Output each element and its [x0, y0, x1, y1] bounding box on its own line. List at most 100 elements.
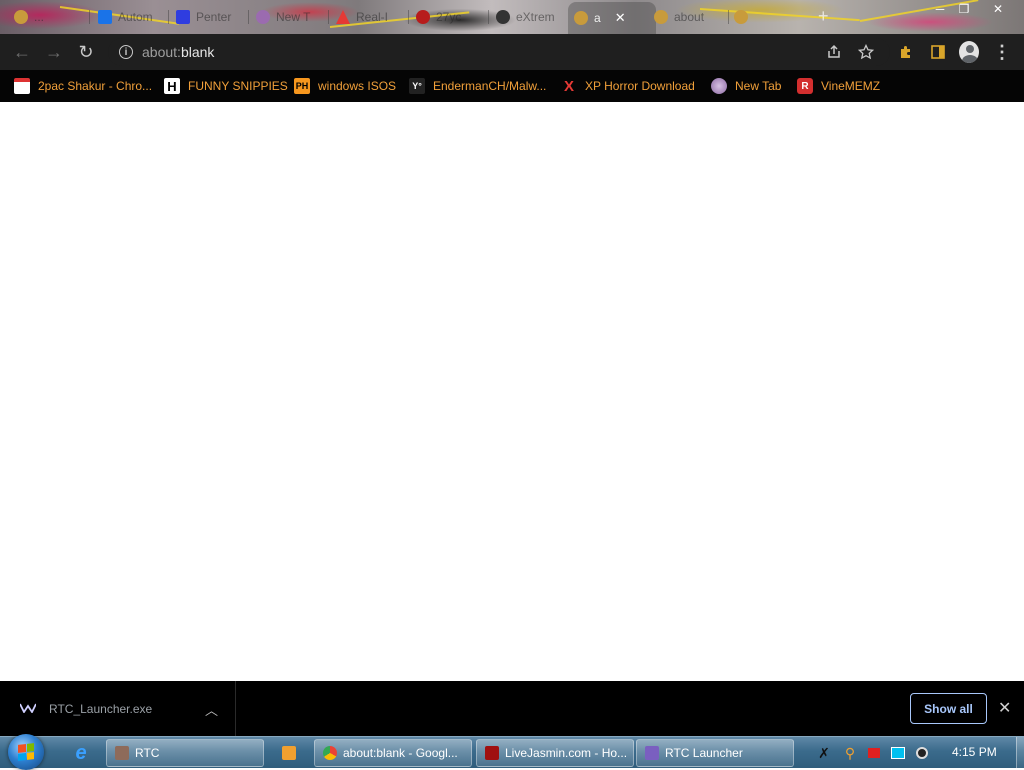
calendar-icon	[14, 78, 30, 94]
tray-search-icon[interactable]: ⚲	[842, 745, 858, 761]
tab-label: 27yc	[436, 10, 462, 24]
launcher-file-icon	[20, 703, 36, 713]
bookmark-item[interactable]: R VineMEMZ	[797, 76, 880, 96]
x-icon: X	[563, 77, 574, 95]
h-icon: H	[164, 78, 180, 94]
tab-favicon-icon	[416, 10, 430, 24]
bookmark-star-icon[interactable]	[856, 42, 876, 62]
tab-6[interactable]: 27yc	[416, 4, 486, 30]
tab-favicon-icon	[98, 10, 112, 24]
bookmark-item[interactable]: X XP Horror Download	[561, 76, 695, 96]
yp-icon: Y°	[409, 78, 425, 94]
tab-label: Penter	[196, 10, 232, 24]
tab-favicon-icon	[496, 10, 510, 24]
side-panel-icon[interactable]	[928, 42, 948, 62]
tab-1[interactable]: ...	[14, 4, 84, 30]
download-shelf: RTC_Launcher.exe ︿ Show all ✕	[0, 681, 1024, 736]
tab-favicon-icon	[14, 10, 28, 24]
extensions-puzzle-icon[interactable]	[896, 42, 916, 62]
tab-4[interactable]: New T	[256, 4, 326, 30]
taskbar-item-rtc[interactable]: RTC	[106, 739, 264, 767]
share-icon[interactable]	[824, 42, 844, 62]
taskbar-clock[interactable]: 4:15 PM	[952, 745, 997, 759]
windows-logo-icon	[18, 743, 34, 761]
tab-favicon-icon	[574, 11, 588, 25]
bookmark-label: XP Horror Download	[585, 79, 695, 93]
browser-toolbar: ← → ↻ i about:blank ⋮	[0, 34, 1024, 70]
task-label: RTC	[135, 746, 160, 760]
tab-label: about	[674, 10, 705, 24]
url-text[interactable]: about:blank	[142, 44, 214, 60]
show-all-button[interactable]: Show all	[910, 693, 987, 724]
bookmark-item[interactable]: H FUNNY SNIPPIES	[164, 76, 288, 96]
bookmark-item[interactable]: Y° EndermanCH/Malw...	[409, 76, 546, 96]
tab-favicon-icon	[734, 10, 748, 24]
tab-2[interactable]: Autom	[98, 4, 168, 30]
tab-label: ...	[34, 10, 45, 24]
restore-icon[interactable]: ❐	[953, 0, 975, 18]
taskbar: e RTC about:blank - Googl... LiveJasmin.…	[0, 734, 1024, 770]
app-icon	[115, 746, 129, 760]
bookmark-label: FUNNY SNIPPIES	[188, 79, 288, 93]
tab-label: eXtrem	[516, 10, 555, 24]
tray-volume-icon[interactable]	[914, 745, 930, 761]
address-bar[interactable]: i about:blank	[108, 38, 890, 66]
page-content[interactable]	[0, 102, 1024, 681]
bookmark-item[interactable]: PH windows ISOS	[294, 76, 396, 96]
globe-icon	[711, 78, 727, 94]
tab-active[interactable]: a ✕	[568, 2, 656, 34]
tab-favicon-icon	[176, 10, 190, 24]
tab-label: New T	[276, 10, 311, 24]
more-menu-icon[interactable]: ⋮	[992, 42, 1012, 62]
bookmark-label: windows ISOS	[318, 79, 397, 93]
close-icon[interactable]: ✕	[998, 698, 1011, 718]
taskbar-item-chrome[interactable]: about:blank - Googl...	[314, 739, 472, 767]
ph-icon: PH	[294, 78, 310, 94]
tab-5[interactable]: Real-I	[336, 4, 406, 30]
tab-9[interactable]: about	[654, 4, 726, 30]
task-label: about:blank - Googl...	[343, 746, 458, 760]
bookmarks-bar: 2pac Shakur - Chro... H FUNNY SNIPPIES P…	[0, 70, 1024, 102]
bookmark-item[interactable]: 2pac Shakur - Chro...	[14, 76, 152, 96]
chrome-icon	[323, 746, 337, 760]
chevron-up-icon[interactable]: ︿	[205, 700, 218, 719]
tab-label: Real-I	[356, 10, 389, 24]
task-label: RTC Launcher	[665, 746, 743, 760]
download-item[interactable]: RTC_Launcher.exe ︿	[0, 681, 236, 736]
tab-label: a	[594, 11, 601, 25]
media-player-icon[interactable]	[272, 740, 306, 766]
reload-icon[interactable]: ↻	[76, 42, 96, 62]
bookmark-label: VineMEMZ	[821, 79, 881, 93]
tray-tool-icon[interactable]: ✗	[816, 745, 832, 761]
tray-network-icon[interactable]	[890, 745, 906, 761]
download-filename: RTC_Launcher.exe	[49, 702, 153, 716]
tab-7[interactable]: eXtrem	[496, 4, 562, 30]
close-window-icon[interactable]: ✕	[987, 0, 1009, 18]
new-tab-button[interactable]: +	[818, 6, 829, 27]
url-scheme: about:	[142, 44, 181, 60]
forward-arrow-icon[interactable]: →	[44, 42, 64, 62]
tray-flag-icon[interactable]	[866, 745, 882, 761]
tab-favicon-icon	[256, 10, 270, 24]
bookmark-item[interactable]: New Tab	[711, 76, 781, 96]
app-icon	[645, 746, 659, 760]
internet-explorer-icon[interactable]: e	[64, 740, 98, 766]
taskbar-item-rtc-launcher[interactable]: RTC Launcher	[636, 739, 794, 767]
info-icon[interactable]: i	[119, 45, 133, 59]
profile-avatar-icon[interactable]	[959, 41, 979, 63]
tab-3[interactable]: Penter	[176, 4, 246, 30]
tab-label: Autom	[118, 10, 153, 24]
bookmark-label: New Tab	[735, 79, 782, 93]
tab-10[interactable]	[734, 4, 794, 30]
tab-favicon-icon	[654, 10, 668, 24]
tab-strip: ... Autom Penter New T Real-I 27yc eXtre…	[0, 0, 1024, 34]
tab-favicon-icon	[336, 10, 350, 24]
start-button[interactable]	[8, 734, 44, 770]
show-desktop-button[interactable]	[1016, 737, 1024, 769]
minimize-icon[interactable]: ─	[929, 0, 951, 18]
back-arrow-icon[interactable]: ←	[12, 42, 32, 62]
close-tab-icon[interactable]: ✕	[615, 10, 626, 26]
url-path: blank	[180, 44, 215, 60]
taskbar-item-livejasmin[interactable]: LiveJasmin.com - Ho...	[476, 739, 634, 767]
r-icon: R	[797, 78, 813, 94]
